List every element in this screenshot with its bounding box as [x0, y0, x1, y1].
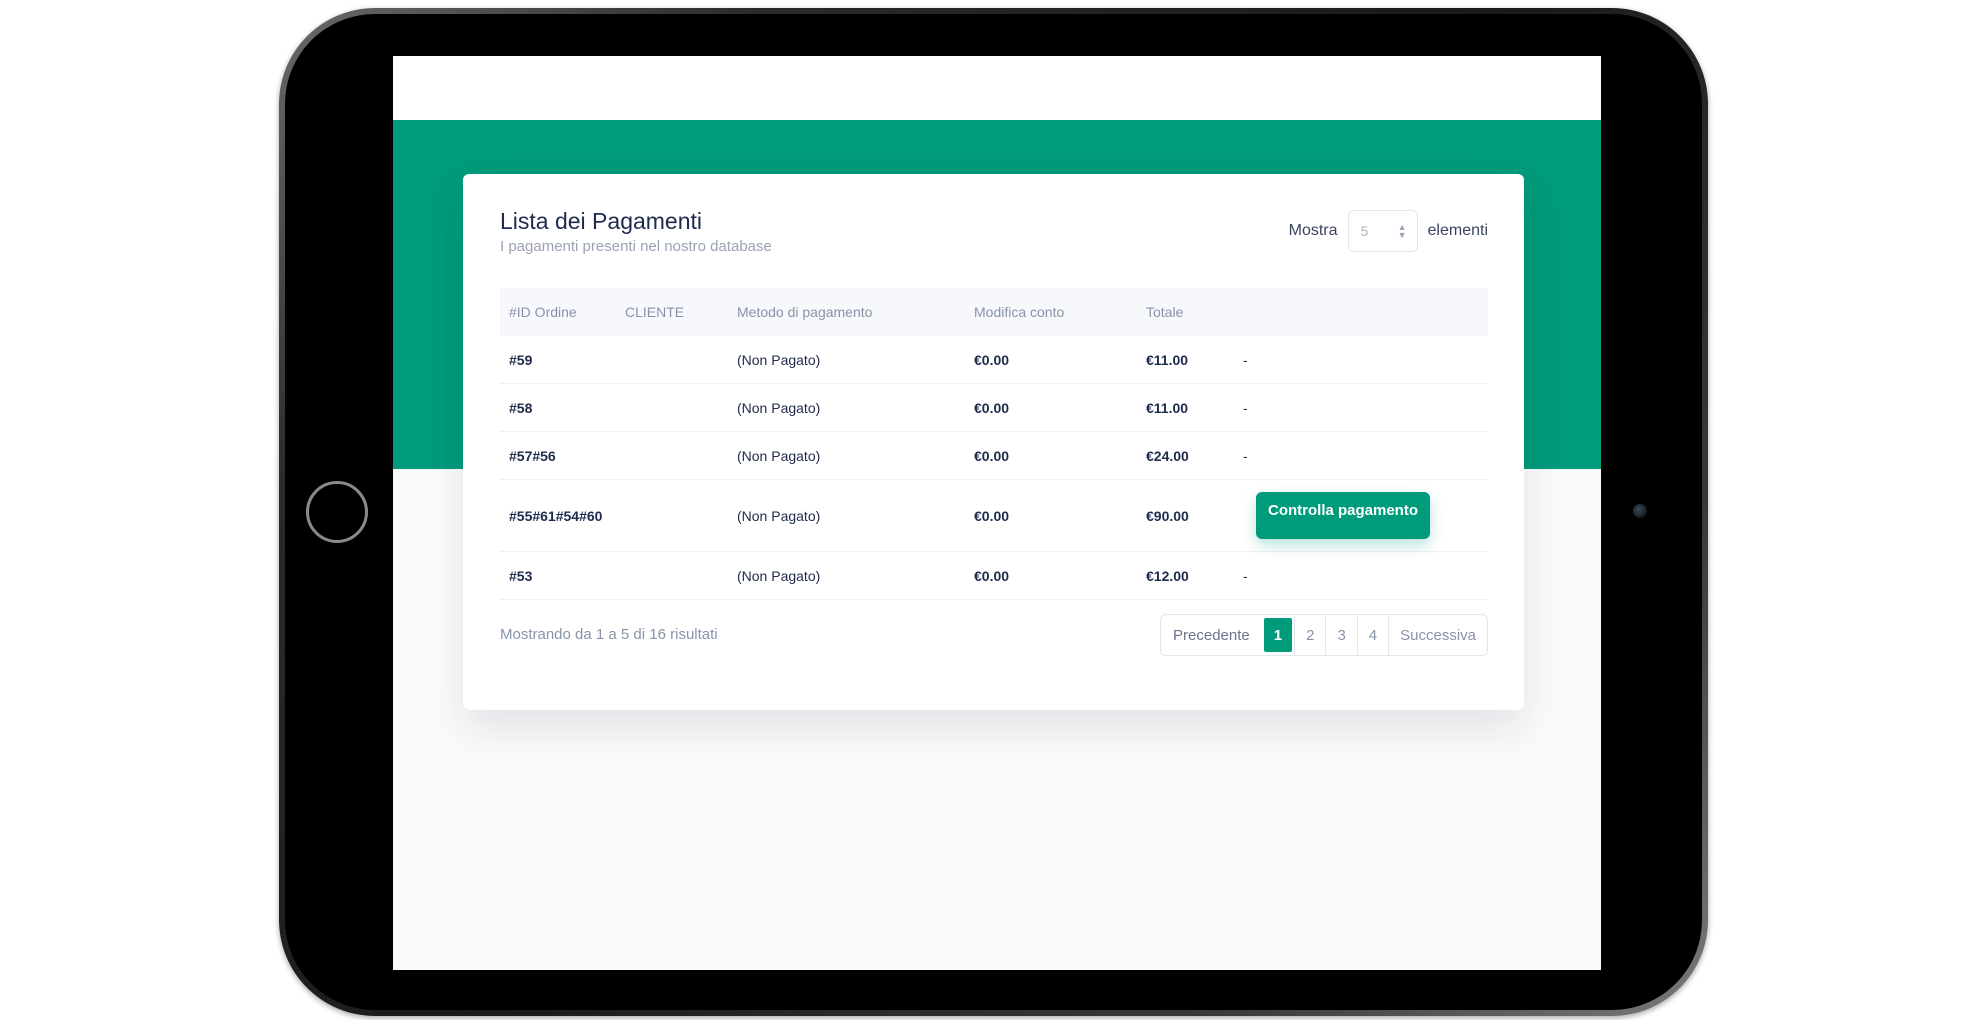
page-size-value: 5 — [1360, 223, 1369, 239]
cell-id: #55#61#54#60 — [509, 507, 603, 524]
cell-modifica: €0.00 — [974, 447, 1010, 464]
results-info: Mostrando da 1 a 5 di 16 risultati — [500, 626, 718, 643]
card-title: Lista dei Pagamenti — [500, 208, 703, 234]
camera-icon — [1633, 504, 1647, 518]
cell-totale: €11.00 — [1146, 399, 1189, 416]
table-header: #ID Ordine CLIENTE Metodo di pagamento M… — [500, 288, 1488, 336]
home-button — [306, 481, 368, 543]
cell-totale: €11.00 — [1146, 351, 1189, 368]
spinner-icon: ▲ ▼ — [1397, 222, 1407, 240]
cell-modifica: €0.00 — [974, 567, 1010, 584]
cell-totale: €24.00 — [1146, 447, 1189, 464]
cell-modifica: €0.00 — [974, 399, 1010, 416]
table-row: #55#61#54#60 (Non Pagato) €0.00 €90.00 C… — [500, 480, 1488, 552]
header-metodo: Metodo di pagamento — [737, 304, 873, 320]
cell-totale: €12.00 — [1146, 567, 1189, 584]
header-cliente: CLIENTE — [625, 304, 685, 320]
page-button-3[interactable]: 3 — [1325, 615, 1356, 655]
cell-id: #57#56 — [509, 447, 556, 464]
header-totale: Totale — [1146, 304, 1184, 320]
cell-action: - — [1243, 399, 1248, 416]
cell-metodo: (Non Pagato) — [737, 567, 821, 584]
pagination: Precedente 1 2 3 4 Successiva — [1160, 614, 1488, 656]
table-row: #53 (Non Pagato) €0.00 €12.00 - — [500, 552, 1488, 600]
page-button-1[interactable]: 1 — [1263, 618, 1293, 652]
table-row: #58 (Non Pagato) €0.00 €11.00 - — [500, 384, 1488, 432]
elements-label: elementi — [1427, 222, 1488, 239]
cell-id: #59 — [509, 351, 533, 368]
cell-modifica: €0.00 — [974, 507, 1010, 524]
payments-card: Lista dei Pagamenti I pagamenti presenti… — [463, 174, 1524, 710]
table-row: #59 (Non Pagato) €0.00 €11.00 - — [500, 336, 1488, 384]
cell-id: #53 — [509, 567, 533, 584]
next-page-button[interactable]: Successiva — [1388, 615, 1487, 655]
cell-metodo: (Non Pagato) — [737, 507, 821, 524]
show-label: Mostra — [1288, 222, 1338, 239]
cell-metodo: (Non Pagato) — [737, 351, 821, 368]
cell-id: #58 — [509, 399, 533, 416]
cell-action: - — [1243, 567, 1248, 584]
card-subtitle: I pagamenti presenti nel nostro database — [500, 238, 772, 255]
cell-totale: €90.00 — [1146, 507, 1189, 524]
check-payment-button[interactable]: Controlla pagamento — [1256, 492, 1431, 539]
cell-action: Controlla pagamento — [1243, 492, 1488, 539]
table-row: #57#56 (Non Pagato) €0.00 €24.00 - — [500, 432, 1488, 480]
header-id: #ID Ordine — [509, 304, 577, 320]
cell-action: - — [1243, 351, 1248, 368]
top-bar — [393, 56, 1601, 120]
page-button-4[interactable]: 4 — [1356, 615, 1388, 655]
prev-page-button[interactable]: Precedente — [1161, 615, 1262, 655]
cell-modifica: €0.00 — [974, 351, 1010, 368]
cell-metodo: (Non Pagato) — [737, 399, 821, 416]
screen: Lista dei Pagamenti I pagamenti presenti… — [393, 56, 1601, 970]
page-size-select[interactable]: 5 ▲ ▼ — [1347, 210, 1418, 252]
cell-metodo: (Non Pagato) — [737, 447, 821, 464]
payments-table: #ID Ordine CLIENTE Metodo di pagamento M… — [500, 288, 1488, 600]
page-size-control: Mostra 5 ▲ ▼ elementi — [1289, 210, 1488, 252]
page-button-2[interactable]: 2 — [1294, 615, 1325, 655]
cell-action: - — [1243, 447, 1248, 464]
header-modifica: Modifica conto — [974, 304, 1065, 320]
